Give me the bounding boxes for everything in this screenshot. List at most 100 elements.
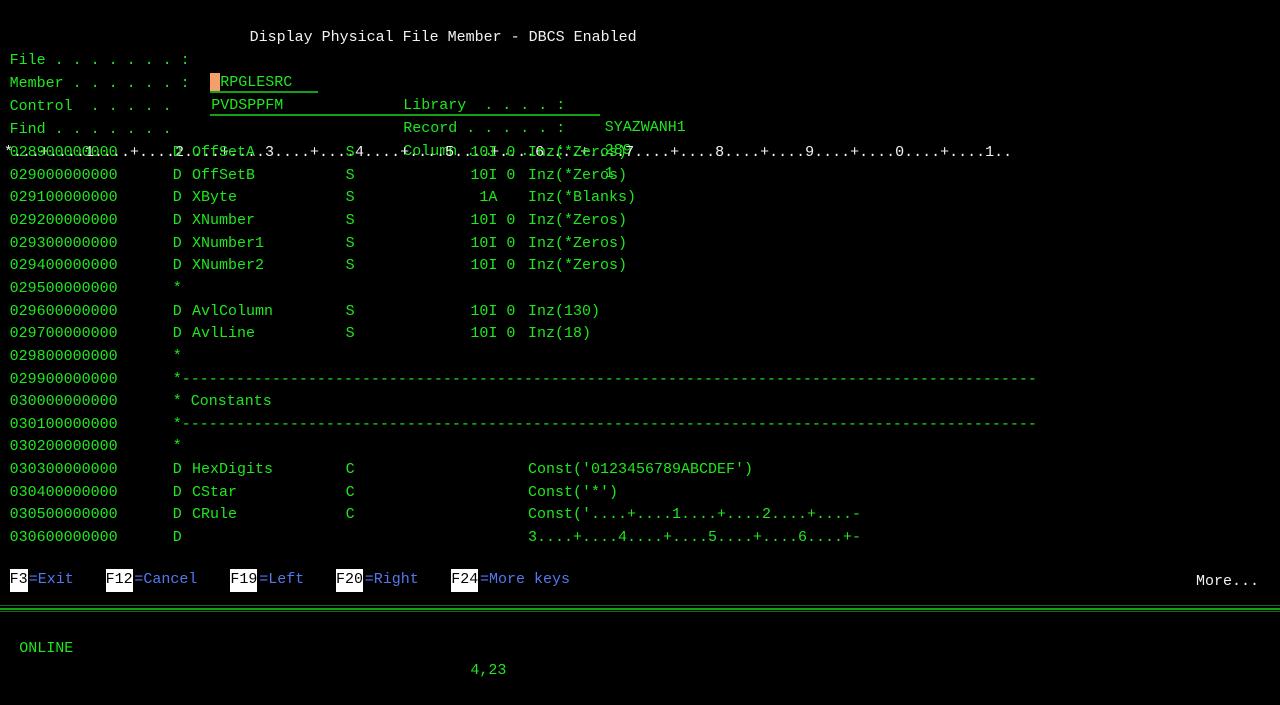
listing-row[interactable]: 029400000000 D XNumber2 S 10I 0 Inz(*Zeros) <box>0 255 1280 278</box>
listing-field-type: C <box>345 483 355 501</box>
function-key-f12-label[interactable]: =Cancel <box>134 569 197 592</box>
listing-sequence-number: 029800000000 <box>9 347 118 365</box>
status-separator-bottom <box>0 611 1280 612</box>
listing-sequence-number: 029300000000 <box>9 234 118 252</box>
listing-row[interactable]: 029500000000 * <box>0 278 1280 301</box>
terminal-screen: Display Physical File Member - DBCS Enab… <box>0 0 1280 680</box>
listing-row[interactable]: 030400000000 D CStar C Const('*') <box>0 482 1280 505</box>
function-key-f24-label[interactable]: =More keys <box>480 569 570 592</box>
function-key-f24-badge[interactable]: F24 <box>451 569 479 592</box>
listing-sequence-number: 030100000000 <box>9 415 118 433</box>
listing-field-type: S <box>345 211 355 229</box>
listing-row[interactable]: 030000000000 * Constants <box>0 391 1280 414</box>
listing-spec-column: D <box>172 302 182 320</box>
listing-spec-column: * <box>172 347 182 365</box>
listing-row[interactable]: 028900000000 D OffSetA S 10I 0 Inz(*Zeros) <box>0 142 1280 165</box>
listing-row[interactable]: 030500000000 D CRule C Const('....+....1....… <box>0 504 1280 527</box>
listing-field-name: HexDigits <box>192 461 274 479</box>
listing-keyword: Const('....+....1....+....2....+....- <box>528 506 862 524</box>
listing-spec-column: D <box>172 234 182 252</box>
listing-field-type: S <box>345 166 355 184</box>
header-row-control: Control . . . . . Column . . . . . : 1 <box>0 73 1280 183</box>
listing-keyword: Inz(*Blanks) <box>528 189 637 207</box>
listing-sequence-number: 029000000000 <box>9 166 118 184</box>
listing-spec-column: D <box>172 461 182 479</box>
listing-row[interactable]: 029200000000 D XNumber S 10I 0 Inz(*Zeros) <box>0 210 1280 233</box>
listing-field-type: S <box>345 189 355 207</box>
listing-spec-column: D <box>172 257 182 275</box>
function-key-f19-badge[interactable]: F19 <box>230 569 258 592</box>
listing-field-name: XNumber <box>192 211 256 229</box>
function-key-f20-label[interactable]: =Right <box>365 569 419 592</box>
listing-field-name: XNumber1 <box>192 234 265 252</box>
function-key-f20-badge[interactable]: F20 <box>336 569 364 592</box>
listing-row[interactable]: 029800000000 * <box>0 346 1280 369</box>
listing-spec-column: * Constants <box>172 393 272 411</box>
listing-sequence-number: 030600000000 <box>9 529 118 547</box>
listing-keyword: Inz(*Zeros) <box>528 144 628 161</box>
listing-spec-column: D <box>172 211 182 229</box>
listing-keyword: Inz(*Zeros) <box>528 211 628 229</box>
listing-spec-column: D <box>172 144 182 161</box>
listing-row[interactable]: 030300000000 D HexDigits C Const('0123456789… <box>0 459 1280 482</box>
listing-sequence-number: 029700000000 <box>9 325 118 343</box>
listing-sequence-number: 030200000000 <box>9 438 118 456</box>
status-separator-top <box>0 605 1280 606</box>
text-cursor <box>210 73 220 93</box>
title-row: Display Physical File Member - DBCS Enab… <box>0 4 1280 46</box>
listing-row[interactable]: 029100000000 D XByte S 1A Inz(*Blanks) <box>0 187 1280 210</box>
header-row-find: Find . . . . . . . <box>0 96 1280 138</box>
function-key-bar: F3 =Exit F12 =Cancel F19 =Left F20 =Right F24 =Mo… <box>0 569 1280 592</box>
listing-field-type: S <box>345 234 355 252</box>
listing-keyword: 3....+....4....+....5....+....6....+- <box>528 529 862 547</box>
listing-sequence-number: 030300000000 <box>9 461 118 479</box>
find-input-underline[interactable] <box>210 114 600 116</box>
listing-spec-column: D <box>172 166 182 184</box>
listing-sequence-number: 029400000000 <box>9 257 118 275</box>
header-row-file: File . . . . . . . : QRPGLESRC Library .… <box>0 27 1280 137</box>
listing-keyword: Inz(*Zeros) <box>528 257 628 275</box>
listing-row[interactable]: 029600000000 D AvlColumn S 10I 0 Inz(130) <box>0 301 1280 324</box>
listing-row[interactable]: 029300000000 D XNumber1 S 10I 0 Inz(*Zeros) <box>0 233 1280 256</box>
function-key-f12-badge[interactable]: F12 <box>105 569 133 592</box>
listing-keyword: Inz(130) <box>528 302 601 320</box>
listing-field-type: S <box>345 257 355 275</box>
listing-sequence-number: 030500000000 <box>9 506 118 524</box>
listing-keyword: Inz(*Zeros) <box>528 166 628 184</box>
listing-field-name: OffSetB <box>192 166 256 184</box>
status-cursor-position: 4,23 <box>470 662 507 680</box>
listing-sequence-number: 029600000000 <box>9 302 118 320</box>
listing-field-length: 10I 0 <box>470 211 516 229</box>
listing-row[interactable]: 029900000000 *---------------------------… <box>0 369 1280 392</box>
listing-field-type: S <box>345 325 355 343</box>
listing-field-type: C <box>345 506 355 524</box>
listing-row[interactable]: 030100000000 *---------------------------… <box>0 414 1280 437</box>
listing-field-type: S <box>345 144 355 161</box>
listing-field-length: 10I 0 <box>470 144 516 161</box>
function-key-f19-label[interactable]: =Left <box>259 569 304 592</box>
listing-sequence-number: 029500000000 <box>9 279 118 297</box>
status-separator <box>0 608 1280 610</box>
function-key-f3-badge[interactable]: F3 <box>9 569 28 592</box>
listing-keyword: Const('0123456789ABCDEF') <box>528 461 754 479</box>
listing-field-length: 10I 0 <box>470 302 516 320</box>
listing-keyword: Inz(*Zeros) <box>528 234 628 252</box>
listing-row[interactable]: 029700000000 D AvlLine S 10I 0 Inz(18) <box>0 323 1280 346</box>
listing-row[interactable]: 030200000000 * <box>0 436 1280 459</box>
listing-spec-column: * <box>172 279 182 297</box>
listing-keyword: Const('*') <box>528 483 619 501</box>
listing-spec-column: *---------------------------------------… <box>172 415 1037 433</box>
control-input-underline[interactable] <box>210 91 318 93</box>
listing-row[interactable]: 029000000000 D OffSetB S 10I 0 Inz(*Zeros) <box>0 165 1280 188</box>
column-ruler: *...+....1....+....2....+....3....+....4… <box>0 119 1280 161</box>
listing-spec-column: *---------------------------------------… <box>172 370 1037 388</box>
more-indicator-row: More... <box>0 548 1280 590</box>
listing-field-length: 10I 0 <box>470 325 516 343</box>
status-bar: ONLINE 4,23 <box>0 615 1280 680</box>
listing-sequence-number: 029100000000 <box>9 189 118 207</box>
listing-row[interactable]: 030600000000 D 3....+....4....+....5....+.… <box>0 527 1280 550</box>
listing-field-type: S <box>345 302 355 320</box>
listing-sequence-number: 028900000000 <box>9 144 118 161</box>
listing-spec-column: D <box>172 189 182 207</box>
function-key-f3-label[interactable]: =Exit <box>29 569 74 592</box>
